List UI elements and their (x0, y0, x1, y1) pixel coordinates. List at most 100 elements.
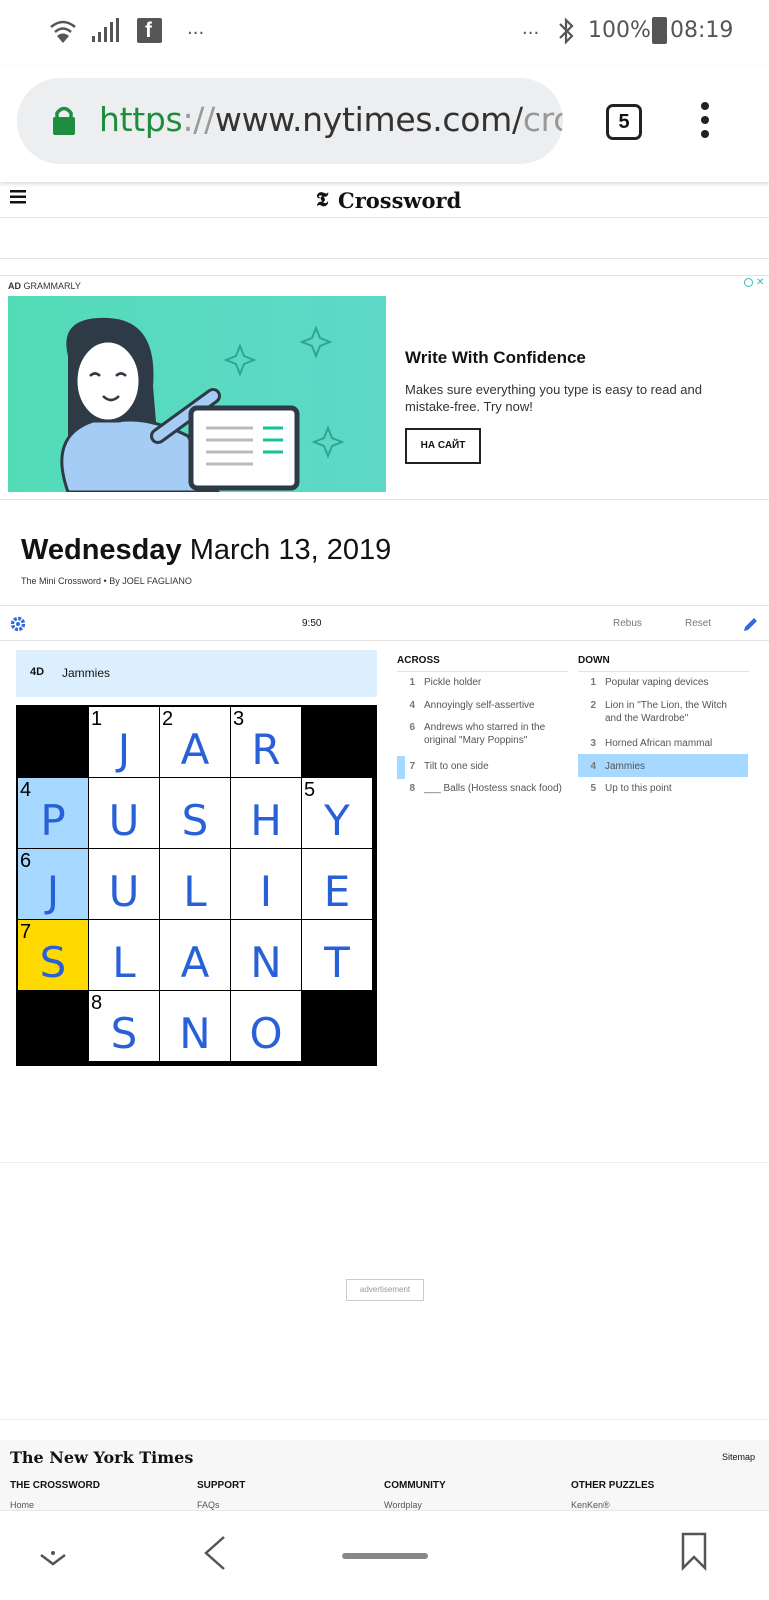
clue-number: 1 (409, 677, 415, 688)
clue-number: 4 (409, 700, 415, 711)
puzzle-toolbar: 9:50 Rebus Reset (0, 605, 769, 641)
cell-letter: P (40, 796, 66, 845)
cell-letter: H (250, 796, 282, 845)
rebus-button[interactable]: Rebus (613, 618, 642, 629)
cell-letter: T (324, 938, 350, 987)
grid-cell[interactable]: S (160, 778, 230, 848)
clue-item[interactable]: 4 Jammies (578, 754, 748, 777)
timer[interactable]: 9:50 (302, 618, 321, 629)
grid-cell[interactable]: U (89, 849, 159, 919)
clue-number: 3 (590, 738, 596, 749)
active-clue-bar[interactable]: 4D Jammies (16, 650, 377, 697)
grid-cell[interactable]: 8S (89, 991, 159, 1061)
more-menu-icon[interactable] (698, 100, 712, 140)
clue-item[interactable]: 5 Up to this point (578, 782, 748, 797)
clue-number: 1 (590, 677, 596, 688)
clue-item[interactable]: 6 Andrews who starred in the original "Ma… (397, 721, 567, 749)
footer-link[interactable]: KenKen® (571, 1500, 610, 1510)
clue-item[interactable]: 8 ___ Balls (Hostess snack food) (397, 782, 567, 810)
clue-item[interactable]: 3 Horned African mammal (578, 737, 748, 752)
hamburger-menu-icon[interactable] (10, 190, 26, 204)
grid-cell[interactable]: 7S (18, 920, 88, 990)
notification-dots: ... (187, 18, 205, 39)
crossword-grid[interactable]: 1J2A3R4PUSH5Y6JULIE7SLANT8SNO (16, 705, 377, 1066)
grid-cell[interactable]: L (160, 849, 230, 919)
clue-item[interactable]: 4 Annoyingly self-assertive (397, 699, 567, 714)
divider (578, 671, 749, 672)
adchoices-icon[interactable] (744, 278, 753, 287)
sitemap-link[interactable]: Sitemap (722, 1452, 755, 1462)
clue-item[interactable]: 1 Pickle holder (397, 676, 567, 691)
bluetooth-icon (559, 17, 574, 45)
ad-body: Makes sure everything you type is easy t… (405, 382, 702, 414)
byline: The Mini Crossword • By JOEL FAGLIANO (21, 576, 192, 586)
grid-cell[interactable]: A (160, 920, 230, 990)
clue-text: Jammies (605, 761, 646, 772)
lock-icon (53, 106, 75, 135)
grid-cell[interactable]: L (89, 920, 159, 990)
url-bar[interactable]: https://www.nytimes.com/crc (17, 78, 563, 164)
clue-number: 4 (590, 761, 596, 772)
site-header: 𝕿 Crossword (0, 182, 769, 218)
url-text[interactable]: https://www.nytimes.com/crc (99, 100, 563, 139)
ad-close-icon[interactable]: ✕ (756, 277, 764, 288)
grid-cell[interactable]: U (89, 778, 159, 848)
down-heading: DOWN (578, 655, 610, 666)
clock: 08:19 (670, 18, 734, 43)
secondary-highlight-bar (397, 756, 405, 779)
cell-letter: E (323, 867, 351, 916)
clue-number: 2 (590, 700, 596, 711)
clue-number: 6 (409, 722, 415, 733)
cell-letter: A (180, 938, 210, 987)
grid-cell[interactable]: T (302, 920, 372, 990)
pencil-icon[interactable] (742, 615, 760, 633)
footer-link[interactable]: Home (10, 1500, 34, 1510)
clue-number: 8 (409, 783, 415, 794)
grid-cell[interactable]: 4P (18, 778, 88, 848)
back-icon[interactable] (200, 1533, 230, 1573)
nyt-t-logo: 𝕿 (316, 187, 329, 211)
collapse-chevron-icon[interactable] (38, 1549, 68, 1569)
bookmark-icon[interactable] (680, 1531, 708, 1571)
clue-text: Pickle holder (424, 677, 482, 688)
advertisement-label: advertisement (346, 1279, 424, 1301)
footer-col-title: THE CROSSWORD (10, 1480, 100, 1491)
brand-title[interactable]: Crossword (338, 188, 461, 213)
browser-toolbar: https://www.nytimes.com/crc 5 (0, 66, 769, 182)
clue-text: Lion in "The Lion, the Witch and the War… (605, 700, 727, 724)
grid-cell[interactable]: 1J (89, 707, 159, 777)
grid-cell[interactable]: O (231, 991, 301, 1061)
grammarly-ad[interactable]: AD GRAMMARLY ✕ Write With Confidence Mak… (0, 275, 769, 500)
clue-item[interactable]: 1 Popular vaping devices (578, 676, 748, 691)
cell-letter: L (112, 938, 136, 987)
cell-letter: R (251, 725, 281, 774)
grid-cell[interactable]: 3R (231, 707, 301, 777)
system-nav-bar (0, 1510, 769, 1600)
cell-letter: S (181, 796, 209, 845)
clue-text: Andrews who starred in the original "Mar… (424, 722, 546, 746)
home-pill[interactable] (342, 1553, 428, 1559)
grid-cell[interactable]: 5Y (302, 778, 372, 848)
settings-gear-icon[interactable] (10, 616, 26, 632)
grid-cell[interactable]: 2A (160, 707, 230, 777)
advertisement-slot[interactable]: advertisement (0, 1162, 769, 1420)
clue-number: 5 (590, 783, 596, 794)
reset-button[interactable]: Reset (685, 618, 711, 629)
puzzle-date: Wednesday March 13, 2019 (21, 534, 392, 566)
grid-cell[interactable]: H (231, 778, 301, 848)
clue-item[interactable]: 7 Tilt to one side (397, 760, 567, 775)
footer-link[interactable]: FAQs (197, 1500, 220, 1510)
grid-cell[interactable]: N (231, 920, 301, 990)
nyt-logo[interactable]: The New York Times (10, 1448, 193, 1467)
ad-cta-button[interactable]: НА САЙТ (405, 428, 481, 464)
clue-item[interactable]: 2 Lion in "The Lion, the Witch and the Wa… (578, 699, 748, 727)
grid-cell[interactable]: N (160, 991, 230, 1061)
grid-cell[interactable]: 6J (18, 849, 88, 919)
footer-col-title: COMMUNITY (384, 1480, 446, 1491)
facebook-icon: f (137, 18, 162, 43)
grid-cell[interactable]: E (302, 849, 372, 919)
clue-text: Tilt to one side (424, 761, 489, 772)
tab-switcher-button[interactable]: 5 (606, 104, 642, 140)
grid-cell[interactable]: I (231, 849, 301, 919)
footer-link[interactable]: Wordplay (384, 1500, 422, 1510)
